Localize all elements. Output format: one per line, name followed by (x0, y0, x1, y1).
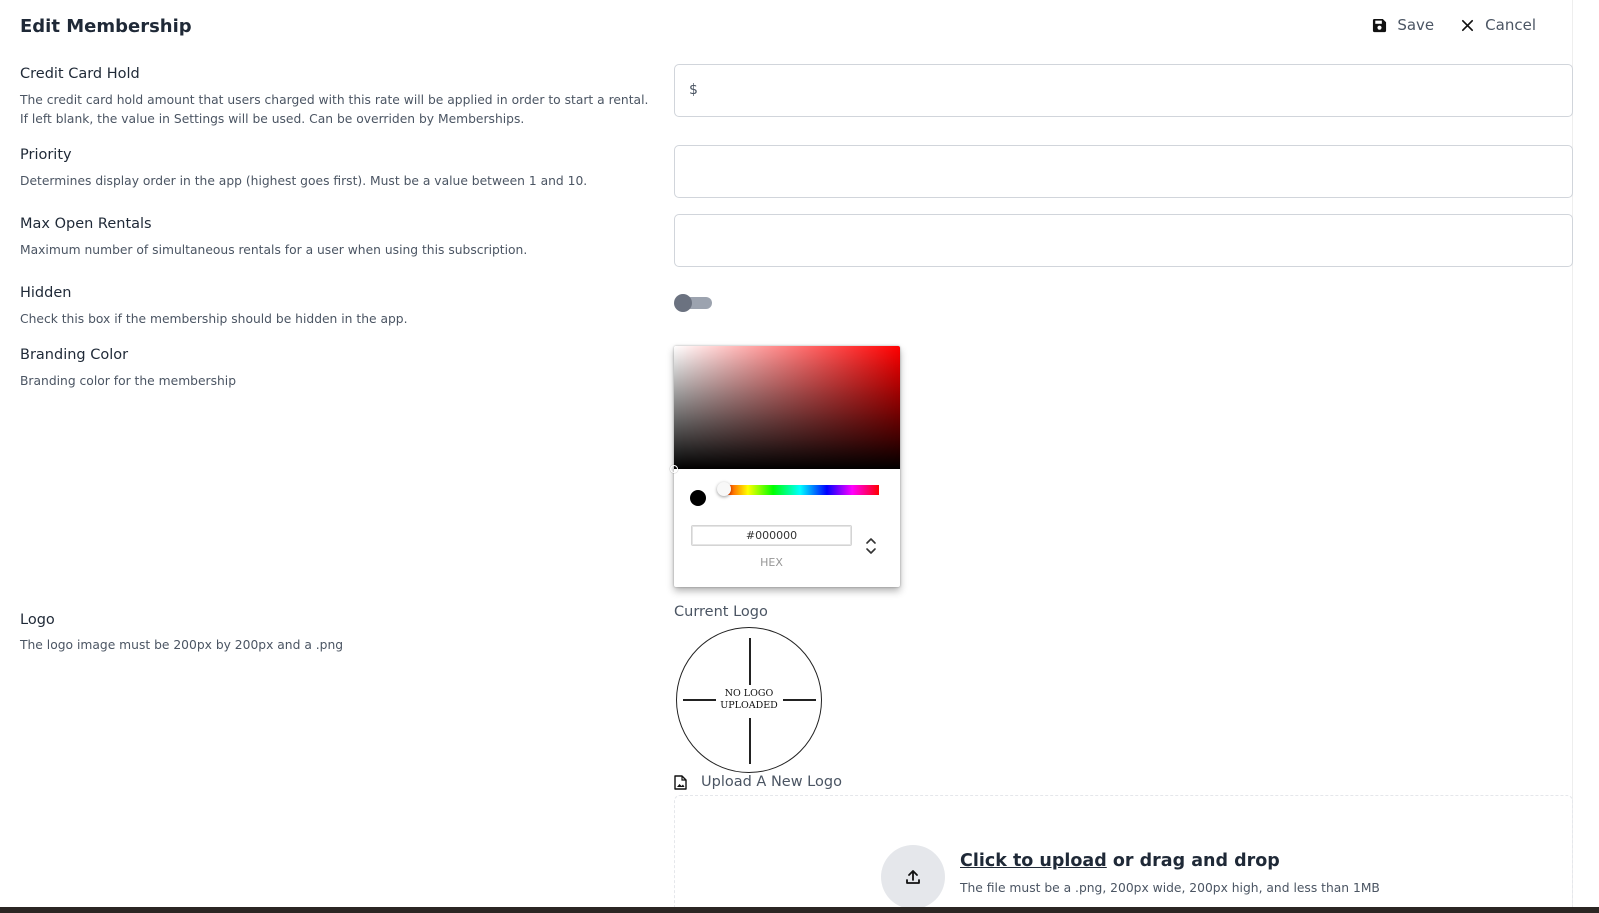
file-image-icon (674, 774, 687, 790)
max-open-rentals-input[interactable] (674, 214, 1573, 267)
drag-drop-text: or drag and drop (1112, 851, 1280, 871)
hidden-description: Check this box if the membership should … (20, 312, 408, 326)
logo-placeholder: NO LOGO UPLOADED (676, 627, 822, 773)
logo-dropzone[interactable]: Click to upload or drag and drop The fil… (674, 795, 1573, 907)
upload-new-logo-label: Upload A New Logo (701, 774, 842, 790)
no-logo-text: NO LOGO UPLOADED (709, 688, 789, 712)
upload-new-logo-heading: Upload A New Logo (674, 774, 842, 790)
priority-label: Priority (20, 147, 72, 163)
no-logo-line2: UPLOADED (720, 700, 778, 711)
selected-color-swatch (690, 490, 706, 506)
upload-title: Click to upload or drag and drop (960, 851, 1280, 871)
edit-membership-page: Edit Membership Save Cancel Credit Card … (0, 0, 1599, 907)
close-icon (1462, 19, 1474, 31)
logo-description: The logo image must be 200px by 200px an… (20, 638, 344, 652)
placeholder-line (749, 638, 751, 685)
credit-card-hold-description: The credit card hold amount that users c… (20, 93, 649, 126)
page-title: Edit Membership (20, 16, 192, 37)
logo-label: Logo (20, 612, 55, 628)
branding-color-label: Branding Color (20, 347, 129, 363)
cancel-button[interactable]: Cancel (1460, 16, 1536, 34)
credit-card-hold-input[interactable]: $ (674, 64, 1573, 117)
upload-button[interactable] (881, 845, 945, 907)
page-scrollbar[interactable] (1572, 0, 1599, 907)
branding-color-description: Branding color for the membership (20, 374, 237, 388)
cancel-label: Cancel (1485, 16, 1536, 34)
hue-slider[interactable] (721, 485, 879, 495)
max-open-rentals-label: Max Open Rentals (20, 216, 152, 232)
currency-prefix: $ (689, 82, 698, 98)
save-button[interactable]: Save (1372, 16, 1434, 34)
hue-slider-thumb[interactable] (717, 482, 731, 496)
color-picker: #000000 HEX (670, 346, 900, 587)
placeholder-line (749, 718, 751, 764)
hidden-label: Hidden (20, 285, 72, 301)
toggle-knob (674, 294, 692, 312)
priority-description: Determines display order in the app (hig… (20, 174, 588, 188)
max-open-rentals-description: Maximum number of simultaneous rentals f… (20, 243, 528, 257)
save-label: Save (1397, 16, 1435, 34)
upload-arrow-icon (906, 870, 920, 884)
saturation-area[interactable] (674, 346, 900, 469)
credit-card-hold-label: Credit Card Hold (20, 66, 140, 82)
click-to-upload-link[interactable]: Click to upload (960, 851, 1107, 871)
floppy-disk-icon (1373, 18, 1387, 32)
priority-input[interactable] (674, 145, 1573, 198)
header-actions: Save Cancel (1372, 16, 1536, 34)
saturation-cursor[interactable] (670, 465, 678, 473)
chevron-up-down-icon[interactable] (864, 535, 878, 557)
hidden-toggle[interactable] (674, 294, 712, 312)
upload-file-hint: The file must be a .png, 200px wide, 200… (960, 881, 1380, 895)
hex-label: HEX (760, 556, 783, 569)
current-logo-label: Current Logo (674, 604, 768, 620)
hex-input[interactable]: #000000 (691, 525, 852, 546)
no-logo-line1: NO LOGO (724, 688, 774, 699)
